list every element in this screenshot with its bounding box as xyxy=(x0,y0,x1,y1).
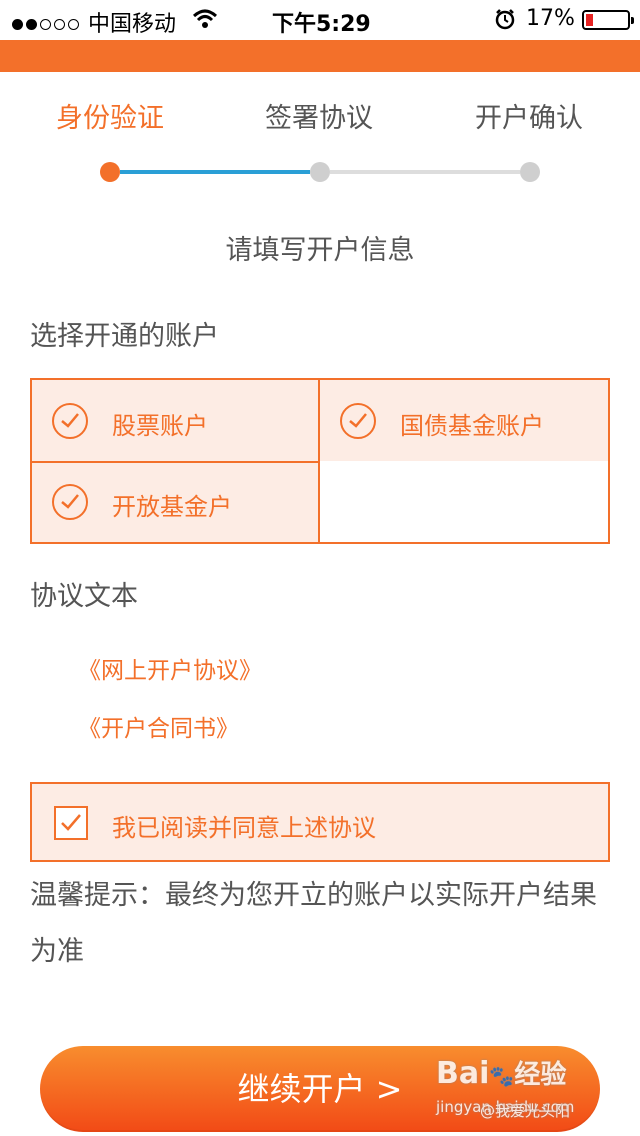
checkbox-checked-icon[interactable] xyxy=(54,806,88,840)
step-label-identity: 身份验证 xyxy=(56,103,164,134)
progress-line-complete xyxy=(120,170,310,174)
step-dot-identity xyxy=(100,162,120,182)
baidu-watermark: Bai🐾经验 jingyan.baidu.com @我爱光头阳 xyxy=(436,1052,626,1130)
carrier-text: 中国移动 xyxy=(88,12,177,37)
grid-divider xyxy=(32,461,320,463)
watermark-brand: Bai🐾经验 xyxy=(436,1056,567,1091)
progress-line-pending xyxy=(330,170,520,174)
agree-label: 我已阅读并同意上述协议 xyxy=(112,814,376,842)
tip-text: 温馨提示：最终为您开立的账户以实际开户结果为准 xyxy=(30,880,597,967)
link-account-contract[interactable]: 《开户合同书》 xyxy=(78,709,239,743)
check-circle-icon xyxy=(340,403,376,439)
empty-cell xyxy=(320,461,608,542)
agree-checkbox-row[interactable]: 我已阅读并同意上述协议 xyxy=(30,782,610,862)
wifi-icon xyxy=(192,8,218,36)
link-online-account-agreement[interactable]: 《网上开户协议》 xyxy=(78,651,262,685)
battery-percent: 17% xyxy=(526,6,575,31)
battery-icon xyxy=(582,10,634,30)
form-title: 请填写开户信息 xyxy=(225,235,415,266)
step-dot-sign xyxy=(310,162,330,182)
status-bar: 中国移动 下午5:29 17% xyxy=(0,0,640,40)
account-option-label: 开放基金户 xyxy=(112,493,232,521)
account-option-stock[interactable]: 股票账户 xyxy=(32,380,320,462)
accounts-section-label: 选择开通的账户 xyxy=(30,321,219,352)
account-option-open-fund[interactable]: 开放基金户 xyxy=(32,462,320,542)
watermark-author: @我爱光头阳 xyxy=(480,1102,571,1120)
step-label-sign: 签署协议 xyxy=(265,103,373,134)
signal-icon xyxy=(12,11,82,36)
check-circle-icon xyxy=(52,484,88,520)
alarm-icon xyxy=(494,8,516,36)
clock-text: 下午5:29 xyxy=(272,12,371,37)
header-bar xyxy=(0,40,640,72)
step-label-confirm: 开户确认 xyxy=(475,103,583,134)
step-dot-confirm xyxy=(520,162,540,182)
account-option-label: 股票账户 xyxy=(112,412,208,440)
check-circle-icon xyxy=(52,403,88,439)
agreements-section-label: 协议文本 xyxy=(30,581,138,612)
account-grid: 股票账户 国债基金账户 开放基金户 xyxy=(30,378,610,544)
account-option-bond-fund[interactable]: 国债基金账户 xyxy=(320,380,608,462)
account-option-label: 国债基金账户 xyxy=(400,412,544,440)
